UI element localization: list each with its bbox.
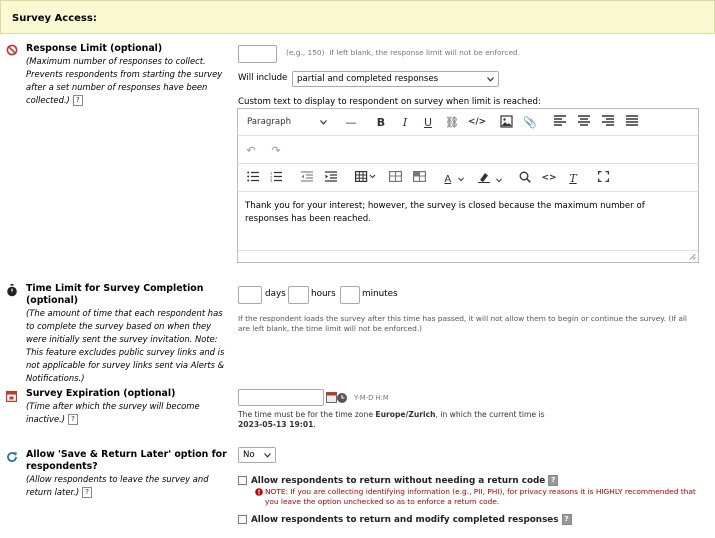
bullet-list-icon[interactable] xyxy=(245,171,261,186)
will-include-label: Will include xyxy=(238,73,288,83)
table-props-icon[interactable] xyxy=(387,171,403,186)
redo-icon[interactable]: ↷ xyxy=(268,143,284,158)
expiration-datetime-input[interactable] xyxy=(238,389,324,406)
minutes-input[interactable] xyxy=(340,286,360,304)
response-limit-hint: (e.g., 150) If left blank, the response … xyxy=(286,48,521,57)
resize-handle-icon xyxy=(689,253,696,260)
hours-input[interactable] xyxy=(288,286,309,304)
days-input[interactable] xyxy=(238,286,262,304)
link-icon[interactable]: ⛓ xyxy=(444,115,460,130)
expiration-description: (Time after which the survey will become… xyxy=(26,401,200,425)
chevron-down-icon xyxy=(320,120,327,125)
calendar-picker-icon[interactable] xyxy=(326,391,348,407)
editor-toolbar-row-1: Paragraph — B I U ⛓ </> 📎 xyxy=(238,109,698,136)
horizontal-line-icon[interactable]: — xyxy=(343,115,359,130)
time-limit-title: Time Limit for Survey Completion (option… xyxy=(26,283,204,306)
refresh-icon xyxy=(6,451,20,465)
response-limit-label-block: Response Limit (optional) (Maximum numbe… xyxy=(6,43,230,107)
response-limit-title: Response Limit (optional) xyxy=(26,43,163,54)
custom-text-label: Custom text to display to respondent on … xyxy=(238,97,541,107)
save-return-label-block: Allow 'Save & Return Later' option for r… xyxy=(6,449,230,499)
save-return-description: (Allow respondents to leave the survey a… xyxy=(26,474,209,498)
align-right-icon[interactable] xyxy=(600,115,616,130)
chevron-down-icon xyxy=(487,77,494,82)
code-icon[interactable]: </> xyxy=(466,115,488,130)
align-center-icon[interactable] xyxy=(576,115,592,130)
save-return-select[interactable]: No xyxy=(238,447,276,463)
no-entry-icon xyxy=(6,44,20,58)
highlight-color-icon[interactable] xyxy=(476,171,504,186)
datetime-format-hint: Y-M-D H:M xyxy=(354,394,389,402)
help-icon[interactable]: ? xyxy=(561,514,572,525)
help-icon[interactable]: ? xyxy=(68,414,79,425)
response-limit-input[interactable] xyxy=(238,45,277,63)
alert-icon xyxy=(255,488,263,499)
underline-icon[interactable]: U xyxy=(420,115,436,130)
save-return-title: Allow 'Save & Return Later' option for r… xyxy=(26,449,227,472)
editor-toolbar-row-2: ↶ ↷ xyxy=(238,137,698,164)
days-label: days xyxy=(265,289,286,299)
rich-text-editor[interactable]: Paragraph — B I U ⛓ </> 📎 ↶ ↷ 1 2 3 A <>… xyxy=(237,108,699,263)
align-left-icon[interactable] xyxy=(552,115,568,130)
time-limit-label-block: Time Limit for Survey Completion (option… xyxy=(6,283,230,385)
source-code-icon[interactable]: <> xyxy=(540,171,558,186)
search-icon[interactable] xyxy=(517,171,533,186)
minutes-label: minutes xyxy=(362,289,398,299)
editor-statusbar xyxy=(238,250,698,262)
option-no-return-code[interactable]: Allow respondents to return without need… xyxy=(238,475,559,486)
chevron-down-icon xyxy=(264,453,271,458)
expiration-title: Survey Expiration (optional) xyxy=(26,388,176,399)
calendar-icon xyxy=(6,390,20,404)
svg-text:3: 3 xyxy=(270,179,272,182)
option-modify-completed[interactable]: Allow respondents to return and modify c… xyxy=(238,514,572,525)
block-format-dropdown[interactable]: Paragraph xyxy=(241,115,333,130)
help-icon[interactable]: ? xyxy=(82,487,93,498)
image-icon[interactable] xyxy=(498,115,514,130)
fullscreen-icon[interactable] xyxy=(595,170,611,186)
table-cells-icon[interactable] xyxy=(411,171,427,186)
editor-toolbar-row-3: 123 A <> T xyxy=(238,165,698,192)
attachment-icon[interactable]: 📎 xyxy=(522,115,538,130)
align-justify-icon[interactable] xyxy=(624,115,640,130)
response-limit-description: (Maximum number of responses to collect.… xyxy=(26,56,223,106)
help-icon[interactable]: ? xyxy=(72,95,83,106)
stopwatch-icon xyxy=(6,284,20,298)
numbered-list-icon[interactable]: 123 xyxy=(268,171,284,186)
text-color-icon[interactable]: A xyxy=(441,171,467,186)
help-icon[interactable]: ? xyxy=(548,475,559,486)
will-include-select[interactable]: partial and completed responses xyxy=(292,71,499,87)
editor-content[interactable]: Thank you for your interest; however, th… xyxy=(245,200,690,226)
indent-icon[interactable] xyxy=(323,171,339,186)
expiration-label-block: Survey Expiration (optional) (Time after… xyxy=(6,388,230,426)
time-limit-description: (The amount of time that each respondent… xyxy=(26,308,225,383)
clear-format-icon[interactable]: T xyxy=(565,171,581,186)
time-limit-hint: If the respondent loads the survey after… xyxy=(238,314,687,333)
italic-icon[interactable]: I xyxy=(397,115,413,130)
modify-completed-checkbox[interactable] xyxy=(238,515,247,524)
no-return-code-checkbox[interactable] xyxy=(238,476,247,485)
undo-icon[interactable]: ↶ xyxy=(243,143,259,158)
section-header: Survey Access: xyxy=(0,0,715,34)
hours-label: hours xyxy=(311,289,336,299)
bold-icon[interactable]: B xyxy=(373,115,389,130)
timezone-note: The time must be for the time zone Europ… xyxy=(238,410,545,429)
privacy-note: NOTE: If you are collecting identifying … xyxy=(255,487,700,507)
outdent-icon[interactable] xyxy=(299,171,315,186)
table-insert-icon[interactable] xyxy=(353,171,379,186)
